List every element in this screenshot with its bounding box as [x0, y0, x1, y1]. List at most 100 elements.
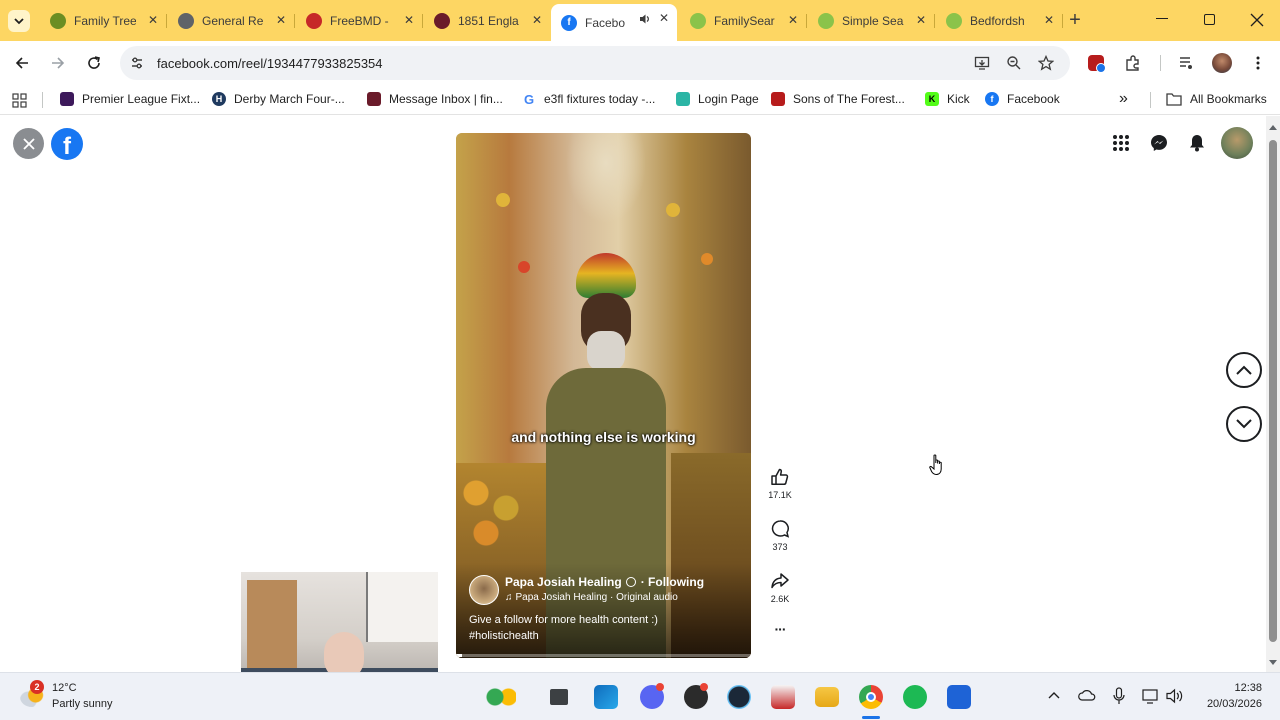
task-view-icon[interactable] [550, 689, 568, 705]
more-options-button[interactable]: ··· [760, 621, 800, 637]
chrome-icon[interactable] [859, 685, 883, 709]
close-reel-button[interactable] [13, 128, 44, 159]
weather-alert-badge: 2 [30, 680, 44, 694]
apps-grid-icon[interactable] [12, 93, 27, 108]
tab-4[interactable]: 1851 Engla ✕ [424, 6, 550, 35]
close-tab-icon[interactable]: ✕ [148, 12, 158, 28]
close-tab-icon[interactable]: ✕ [532, 12, 542, 28]
volume-icon[interactable] [1166, 688, 1184, 704]
bookmarks-overflow-button[interactable]: » [1119, 90, 1128, 108]
steam-icon[interactable] [727, 685, 751, 709]
bookmarks-bar: Premier League Fixt... H Derby March Four-… [0, 85, 1280, 115]
tab-search-button[interactable] [8, 10, 30, 32]
tab-5[interactable]: f Facebo ✕ [551, 4, 677, 41]
tab-2[interactable]: General Re ✕ [168, 6, 295, 35]
network-icon[interactable] [1142, 688, 1160, 704]
media-control-icon[interactable] [1178, 55, 1194, 71]
zoom-icon[interactable] [1006, 55, 1022, 71]
reload-icon[interactable] [86, 55, 102, 71]
folder-icon [1166, 93, 1182, 106]
video-progress-bar[interactable] [456, 654, 751, 657]
url-text[interactable]: facebook.com/reel/1934477933825354 [157, 56, 383, 71]
like-icon[interactable] [770, 467, 790, 487]
tab-3[interactable]: FreeBMD - ✕ [296, 6, 423, 35]
site-info-icon[interactable] [130, 56, 144, 70]
back-icon[interactable] [14, 55, 30, 71]
facebook-logo[interactable]: f [51, 128, 83, 160]
ancestry-icon [434, 12, 450, 29]
clock-time[interactable]: 12:38 [1206, 682, 1262, 694]
tab-8[interactable]: Bedfordsh ✕ [936, 6, 1063, 35]
microphone-icon[interactable] [1113, 687, 1125, 705]
widgets-icon[interactable] [486, 685, 516, 709]
tab-separator [294, 14, 295, 28]
previous-reel-button[interactable] [1226, 352, 1262, 388]
author-name[interactable]: Papa Josiah Healing [505, 575, 622, 589]
game-launcher-icon[interactable] [771, 685, 795, 709]
share-icon[interactable] [770, 571, 790, 591]
bookmark-item[interactable]: Ge3fl fixtures today -... [522, 92, 655, 107]
close-tab-icon[interactable]: ✕ [1044, 12, 1054, 28]
bookmark-label: Login Page [698, 92, 759, 106]
tray-overflow-chevron-icon[interactable] [1048, 691, 1060, 699]
maximize-button[interactable] [1204, 14, 1215, 25]
audio-label[interactable]: Papa Josiah Healing · Original audio [516, 592, 678, 603]
comment-icon[interactable] [770, 519, 790, 539]
account-avatar[interactable] [1221, 127, 1253, 159]
all-bookmarks-button[interactable]: All Bookmarks [1166, 92, 1267, 106]
scrollbar-thumb[interactable] [1269, 140, 1277, 642]
close-icon [22, 137, 35, 150]
spotify-icon[interactable] [903, 685, 927, 709]
forward-icon[interactable] [50, 55, 66, 71]
address-bar[interactable]: facebook.com/reel/1934477933825354 [120, 46, 1070, 80]
clock-date[interactable]: 20/03/2026 [1190, 698, 1262, 710]
close-tab-icon[interactable]: ✕ [788, 12, 798, 28]
minimize-button[interactable] [1156, 18, 1168, 19]
page-scrollbar[interactable] [1266, 116, 1280, 672]
scroll-down-arrow-icon[interactable] [1269, 660, 1277, 666]
tab-separator [806, 14, 807, 28]
bookmark-item[interactable]: Premier League Fixt... [60, 92, 200, 106]
new-tab-button[interactable]: + [1064, 10, 1086, 32]
bookmark-item[interactable]: K Kick [925, 92, 970, 106]
close-tab-icon[interactable]: ✕ [276, 12, 286, 28]
scroll-up-arrow-icon[interactable] [1269, 124, 1277, 130]
menu-grid-button[interactable] [1105, 127, 1137, 159]
tab-7[interactable]: Simple Sea ✕ [808, 6, 935, 35]
bell-icon [1190, 135, 1204, 152]
close-tab-icon[interactable]: ✕ [404, 12, 414, 28]
install-app-icon[interactable] [974, 55, 990, 71]
messenger-button[interactable] [1143, 127, 1175, 159]
close-window-button[interactable] [1248, 8, 1266, 32]
bookmark-item[interactable]: f Facebook [985, 92, 1060, 106]
bookmark-item[interactable]: Message Inbox | fin... [367, 92, 503, 106]
reel-video[interactable]: and nothing else is working Papa Josiah … [456, 133, 751, 658]
profile-avatar[interactable] [1212, 53, 1232, 73]
extensions-icon[interactable] [1124, 54, 1142, 72]
weather-widget[interactable]: 2 12°C Partly sunny [20, 679, 220, 715]
bookmark-star-icon[interactable] [1038, 55, 1054, 71]
bookmark-item[interactable]: Sons of The Forest... [771, 92, 905, 106]
azure-data-studio-icon[interactable] [947, 685, 971, 709]
premier-league-icon [60, 92, 74, 106]
follow-status[interactable]: · Following [641, 575, 704, 589]
author-avatar[interactable] [469, 575, 499, 605]
notifications-button[interactable] [1181, 127, 1213, 159]
reel-hashtag[interactable]: #holistichealth [469, 630, 539, 642]
file-explorer-icon[interactable] [815, 687, 839, 707]
all-bookmarks-label: All Bookmarks [1190, 92, 1267, 106]
close-tab-icon[interactable]: ✕ [659, 10, 669, 26]
extension-badge-icon[interactable] [1088, 55, 1106, 73]
bookmark-item[interactable]: Login Page [676, 92, 759, 106]
kebab-menu-icon[interactable] [1252, 55, 1264, 71]
onedrive-icon[interactable] [1078, 689, 1096, 701]
facebook-reel-page: f and nothing else is working Papa Josia… [0, 116, 1266, 720]
tab-title: 1851 Engla [458, 13, 519, 28]
next-reel-button[interactable] [1226, 406, 1262, 442]
close-tab-icon[interactable]: ✕ [916, 12, 926, 28]
bookmark-item[interactable]: H Derby March Four-... [212, 92, 345, 106]
speaker-icon[interactable] [639, 13, 651, 25]
outlook-icon[interactable] [594, 685, 618, 709]
tab-1[interactable]: Family Tree ✕ [40, 6, 167, 35]
tab-6[interactable]: FamilySear ✕ [680, 6, 807, 35]
